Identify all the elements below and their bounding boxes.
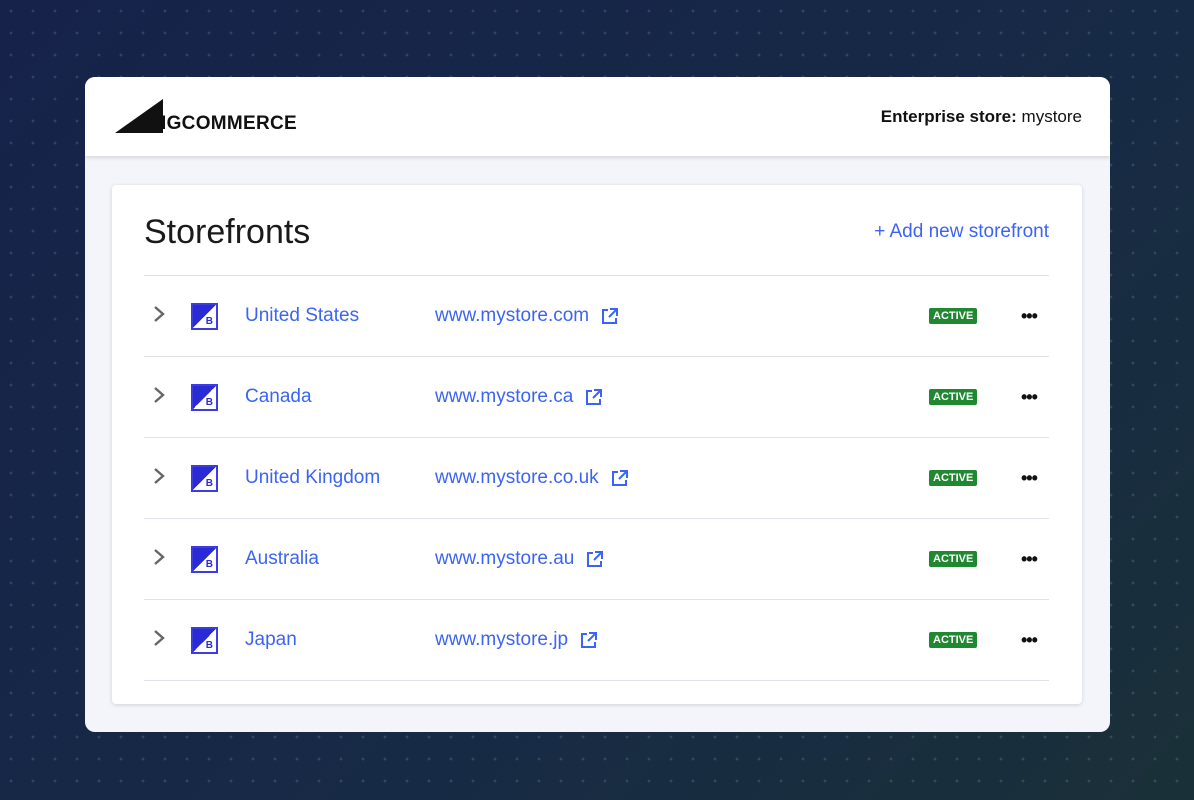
storefront-url[interactable]: www.mystore.co.uk <box>435 467 628 489</box>
status-badge: ACTIVE <box>929 551 978 567</box>
chevron-right-icon[interactable] <box>152 384 166 410</box>
storefront-icon: B <box>191 383 218 411</box>
add-storefront-link[interactable]: + Add new storefront <box>874 221 1049 243</box>
store-name: mystore <box>1021 107 1082 126</box>
storefront-name[interactable]: Japan <box>245 629 297 651</box>
store-label: Enterprise store: <box>880 107 1017 126</box>
storefront-row: B United Kingdom www.mystore.co.uk ACTIV… <box>144 438 1049 519</box>
more-options-button[interactable]: ••• <box>1021 306 1038 327</box>
chevron-right-icon[interactable] <box>152 627 166 653</box>
more-options-button[interactable]: ••• <box>1021 549 1038 570</box>
page-title: Storefronts <box>144 213 311 251</box>
storefront-icon: B <box>191 545 218 573</box>
more-options-button[interactable]: ••• <box>1021 387 1038 408</box>
more-options-button[interactable]: ••• <box>1021 468 1038 489</box>
bigcommerce-logo: BIGCOMMERCE <box>115 99 297 133</box>
storefront-name[interactable]: Canada <box>245 386 312 408</box>
logo-text: BIGCOMMERCE <box>147 113 298 134</box>
storefront-url[interactable]: www.mystore.com <box>435 305 619 327</box>
storefront-row: B United States www.mystore.com ACTIVE •… <box>144 276 1049 357</box>
external-link-icon <box>602 307 619 324</box>
more-options-button[interactable]: ••• <box>1021 630 1038 651</box>
storefront-name[interactable]: United States <box>245 305 359 327</box>
chevron-right-icon[interactable] <box>152 465 166 491</box>
storefront-icon: B <box>191 302 218 330</box>
storefront-url[interactable]: www.mystore.au <box>435 548 604 570</box>
storefront-row: B Australia www.mystore.au ACTIVE ••• <box>144 519 1049 600</box>
storefront-url[interactable]: www.mystore.ca <box>435 386 603 408</box>
external-link-icon <box>586 388 603 405</box>
store-window: BIGCOMMERCE Enterprise store: mystore St… <box>85 77 1110 732</box>
storefront-list: B United States www.mystore.com ACTIVE •… <box>144 275 1049 681</box>
storefront-row: B Canada www.mystore.ca ACTIVE ••• <box>144 357 1049 438</box>
external-link-icon <box>611 469 628 486</box>
chevron-right-icon[interactable] <box>152 546 166 572</box>
storefronts-panel: Storefronts + Add new storefront B Unite… <box>112 185 1082 704</box>
chevron-right-icon[interactable] <box>152 303 166 329</box>
status-badge: ACTIVE <box>929 308 978 324</box>
external-link-icon <box>581 631 598 648</box>
status-badge: ACTIVE <box>929 389 978 405</box>
storefront-name[interactable]: Australia <box>245 548 319 570</box>
header: BIGCOMMERCE Enterprise store: mystore <box>85 77 1110 156</box>
status-badge: ACTIVE <box>929 632 978 648</box>
storefront-url[interactable]: www.mystore.jp <box>435 629 598 651</box>
external-link-icon <box>587 550 604 567</box>
storefront-name[interactable]: United Kingdom <box>245 467 380 489</box>
storefront-icon: B <box>191 626 218 654</box>
store-info: Enterprise store: mystore <box>881 107 1082 127</box>
storefront-icon: B <box>191 464 218 492</box>
storefront-row: B Japan www.mystore.jp ACTIVE ••• <box>144 600 1049 681</box>
status-badge: ACTIVE <box>929 470 978 486</box>
